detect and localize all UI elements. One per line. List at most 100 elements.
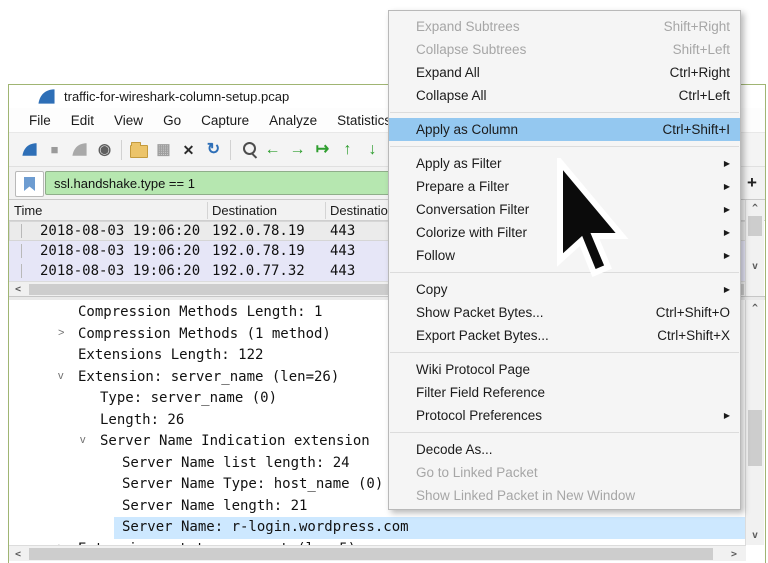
submenu-arrow-icon: ▶ [724, 205, 730, 214]
go-back-icon: ← [265, 142, 281, 158]
menu-item-show-linked-packet-in-new-window: Show Linked Packet in New Window [389, 484, 740, 507]
capture-options-button[interactable]: ◉ [92, 138, 117, 162]
menu-item-label: Expand All [416, 65, 480, 80]
detail-tree-text: Extensions Length: 122 [78, 347, 263, 363]
close-file-icon: ✕ [183, 143, 195, 157]
scroll-down-icon[interactable]: v [752, 531, 758, 541]
menu-item-shortcut: Ctrl+Shift+O [656, 305, 730, 320]
window-title: traffic-for-wireshark-column-setup.pcap [64, 89, 289, 104]
column-separator[interactable] [207, 202, 208, 219]
menu-item-expand-subtrees: Expand Subtrees Shift+Right [389, 15, 740, 38]
go-forward-button[interactable]: → [285, 138, 310, 162]
submenu-arrow-icon: ▶ [724, 159, 730, 168]
menu-item-label: Show Linked Packet in New Window [416, 488, 635, 503]
menu-item-shortcut: Ctrl+Shift+I [662, 122, 730, 137]
find-packet-button[interactable] [235, 138, 260, 162]
packet-list-vscrollbar[interactable]: ^ v [745, 200, 764, 296]
open-file-button[interactable] [126, 138, 151, 162]
scroll-down-icon[interactable]: v [752, 262, 758, 272]
menu-item-filter-field-reference[interactable]: Filter Field Reference [389, 381, 740, 404]
start-capture-button[interactable] [17, 138, 42, 162]
menu-item-shortcut: Shift+Right [664, 19, 730, 34]
submenu-arrow-icon: ▶ [724, 285, 730, 294]
cell-time: 2018-08-03 19:06:20 [40, 223, 200, 239]
menu-item-label: Expand Subtrees [416, 19, 520, 34]
detail-tree-line[interactable]: Server Name: r-login.wordpress.com [9, 517, 746, 539]
toolbar-separator [230, 140, 231, 160]
menubar-item-file[interactable]: File [19, 111, 61, 130]
cell-destination: 192.0.77.32 [212, 263, 305, 279]
display-filter-value: ssl.handshake.type == 1 [54, 176, 195, 191]
add-filter-button[interactable]: + [742, 171, 762, 195]
menu-item-label: Wiki Protocol Page [416, 362, 530, 377]
expanded-chevron-icon[interactable]: v [80, 434, 86, 446]
detail-hscrollbar[interactable]: < > [9, 545, 746, 561]
open-file-icon [130, 145, 148, 158]
scroll-up-icon[interactable]: ^ [752, 304, 758, 314]
column-separator[interactable] [325, 202, 326, 219]
submenu-arrow-icon: ▶ [724, 411, 730, 420]
detail-vscrollbar[interactable]: ^ v [745, 300, 764, 545]
submenu-arrow-icon: ▶ [724, 228, 730, 237]
menu-item-protocol-preferences[interactable]: Protocol Preferences ▶ [389, 404, 740, 427]
column-header-time[interactable]: Time [14, 203, 42, 218]
menu-item-label: Apply as Column [416, 122, 518, 137]
filter-bookmark-button[interactable] [15, 171, 44, 197]
menu-separator [390, 146, 739, 147]
menubar-item-analyze[interactable]: Analyze [259, 111, 327, 130]
reload-button[interactable]: ↻ [201, 138, 226, 162]
go-back-button[interactable]: ← [260, 138, 285, 162]
column-header-destination[interactable]: Destination [212, 203, 277, 218]
scroll-right-icon[interactable]: > [731, 550, 737, 560]
menu-item-label: Follow [416, 248, 455, 263]
cell-port: 443 [330, 263, 355, 279]
menu-separator [390, 112, 739, 113]
reload-icon: ↻ [207, 142, 220, 158]
menu-separator [390, 432, 739, 433]
menubar-item-view[interactable]: View [104, 111, 153, 130]
go-last-packet-icon: ↓ [369, 142, 377, 158]
menubar-item-edit[interactable]: Edit [61, 111, 104, 130]
menu-item-export-packet-bytes[interactable]: Export Packet Bytes...Ctrl+Shift+X [389, 324, 740, 347]
expanded-chevron-icon[interactable]: v [58, 370, 64, 382]
menu-item-expand-all[interactable]: Expand AllCtrl+Right [389, 61, 740, 84]
menu-item-label: Copy [416, 282, 448, 297]
toolbar-separator [121, 140, 122, 160]
go-to-packet-button[interactable]: ↦ [310, 138, 335, 162]
menu-item-collapse-subtrees: Collapse SubtreesShift+Left [389, 38, 740, 61]
close-file-button[interactable]: ✕ [176, 138, 201, 162]
menubar-item-capture[interactable]: Capture [191, 111, 259, 130]
go-last-packet-button[interactable]: ↓ [360, 138, 385, 162]
scroll-left-icon[interactable]: < [15, 550, 21, 560]
menu-item-decode-as[interactable]: Decode As... [389, 438, 740, 461]
menu-item-label: Go to Linked Packet [416, 465, 538, 480]
go-first-packet-icon: ↑ [344, 142, 352, 158]
menu-item-wiki-protocol-page[interactable]: Wiki Protocol Page [389, 358, 740, 381]
wireshark-logo-icon [37, 88, 56, 105]
cell-destination: 192.0.78.19 [212, 223, 305, 239]
menu-item-label: Prepare a Filter [416, 179, 509, 194]
detail-tree-text: Compression Methods (1 method) [78, 326, 331, 342]
cell-time: 2018-08-03 19:06:20 [40, 243, 200, 259]
menu-item-apply-as-column[interactable]: Apply as Column Ctrl+Shift+I [389, 118, 740, 141]
cell-port: 443 [330, 223, 355, 239]
menu-item-collapse-all[interactable]: Collapse AllCtrl+Left [389, 84, 740, 107]
go-first-packet-button[interactable]: ↑ [335, 138, 360, 162]
menu-separator [390, 352, 739, 353]
menu-item-label: Apply as Filter [416, 156, 502, 171]
submenu-arrow-icon: ▶ [724, 251, 730, 260]
go-forward-icon: → [290, 142, 306, 158]
menu-item-label: Protocol Preferences [416, 408, 542, 423]
menu-item-label: Collapse Subtrees [416, 42, 526, 57]
mouse-cursor-icon [552, 158, 636, 298]
bookmark-icon [24, 177, 35, 191]
shark-fin-icon [71, 142, 88, 157]
collapsed-chevron-icon[interactable]: > [58, 327, 64, 339]
scroll-up-icon[interactable]: ^ [752, 204, 758, 214]
scroll-left-icon[interactable]: < [15, 285, 21, 295]
detail-tree-text: Server Name Indication extension [100, 433, 370, 449]
menu-item-show-packet-bytes[interactable]: Show Packet Bytes...Ctrl+Shift+O [389, 301, 740, 324]
menu-item-label: Collapse All [416, 88, 487, 103]
menubar-item-go[interactable]: Go [153, 111, 191, 130]
detail-tree-text: Server Name length: 21 [122, 498, 307, 514]
